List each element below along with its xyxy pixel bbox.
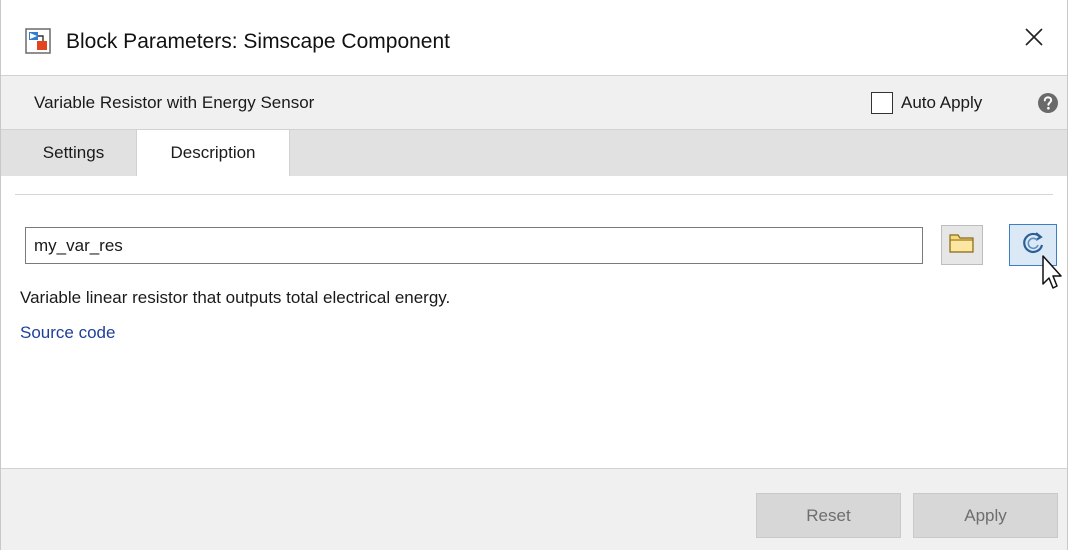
tab-description[interactable]: Description [136, 130, 290, 176]
component-name-input[interactable] [25, 227, 923, 264]
close-button[interactable] [1017, 22, 1051, 56]
source-code-link[interactable]: Source code [20, 323, 115, 343]
auto-apply-label: Auto Apply [901, 93, 983, 112]
refresh-icon [1019, 229, 1047, 262]
dialog-footer: Reset Apply [1, 468, 1067, 550]
help-icon[interactable] [1037, 92, 1059, 114]
title-bar: Block Parameters: Simscape Component [1, 0, 1067, 75]
tab-strip: Settings Description [1, 130, 1067, 176]
auto-apply-toggle[interactable]: Auto Apply [871, 90, 982, 116]
apply-button[interactable]: Apply [913, 493, 1058, 538]
refresh-button[interactable] [1009, 224, 1057, 266]
tab-settings[interactable]: Settings [15, 130, 132, 176]
close-icon [1024, 27, 1044, 52]
divider [15, 194, 1053, 195]
auto-apply-checkbox[interactable] [871, 92, 893, 114]
reset-button[interactable]: Reset [756, 493, 901, 538]
folder-icon [949, 232, 975, 259]
block-header: Variable Resistor with Energy Sensor Aut… [1, 75, 1067, 130]
description-text: Variable linear resistor that outputs to… [20, 288, 451, 307]
window-title: Block Parameters: Simscape Component [66, 30, 450, 53]
browse-button[interactable] [941, 225, 983, 265]
description-panel: Variable linear resistor that outputs to… [1, 176, 1067, 468]
block-parameters-dialog: Block Parameters: Simscape Component Var… [0, 0, 1068, 550]
block-name-label: Variable Resistor with Energy Sensor [34, 93, 315, 112]
simulink-block-icon [25, 28, 51, 54]
